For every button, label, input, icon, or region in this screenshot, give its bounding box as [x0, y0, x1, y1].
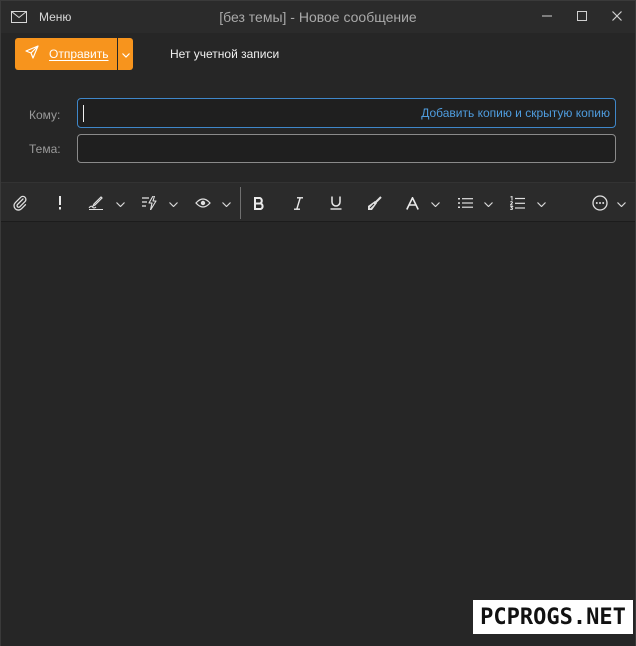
- chevron-down-icon: [483, 194, 493, 212]
- attach-button[interactable]: [9, 183, 31, 223]
- to-field[interactable]: Добавить копию и скрытую копию: [77, 98, 616, 128]
- quick-text-button[interactable]: [140, 183, 160, 223]
- importance-button[interactable]: [51, 183, 69, 223]
- quick-text-icon: [142, 196, 158, 210]
- subject-label: Тема:: [29, 142, 61, 156]
- chevron-down-icon: [221, 194, 231, 212]
- format-toolbar: [1, 182, 635, 222]
- watermark: PCPROGS.NET: [473, 600, 633, 634]
- numbered-list-icon: [509, 196, 525, 210]
- signature-icon: [88, 196, 104, 210]
- font-icon: [405, 196, 419, 210]
- maximize-icon: [577, 8, 587, 26]
- font-dropdown[interactable]: [429, 183, 441, 223]
- chevron-down-icon: [430, 194, 440, 212]
- attach-icon: [13, 195, 27, 211]
- minimize-icon: [542, 8, 552, 26]
- close-button[interactable]: [599, 1, 635, 33]
- maximize-button[interactable]: [564, 1, 600, 33]
- bold-icon: [253, 196, 265, 210]
- account-selector[interactable]: Нет учетной записи: [170, 47, 279, 61]
- watermark-text: PCPROGS.NET: [480, 604, 626, 630]
- view-button[interactable]: [193, 183, 213, 223]
- chevron-down-icon: [536, 194, 546, 212]
- send-icon: [25, 44, 39, 64]
- close-icon: [612, 8, 622, 26]
- message-body-editor[interactable]: [1, 222, 635, 646]
- more-button[interactable]: [590, 183, 610, 223]
- bullet-list-icon: [457, 197, 473, 209]
- quick-text-dropdown[interactable]: [167, 183, 179, 223]
- title-bar: Меню [без темы] - Новое сообщение: [1, 1, 635, 33]
- view-dropdown[interactable]: [220, 183, 232, 223]
- view-icon: [195, 198, 211, 208]
- chevron-down-icon: [616, 194, 626, 212]
- minimize-button[interactable]: [529, 1, 565, 33]
- underline-button[interactable]: [327, 183, 345, 223]
- bold-button[interactable]: [250, 183, 268, 223]
- bullet-list-dropdown[interactable]: [482, 183, 494, 223]
- toolbar-divider: [240, 187, 241, 219]
- bullet-list-button[interactable]: [456, 183, 474, 223]
- add-cc-bcc-link[interactable]: Добавить копию и скрытую копию: [421, 106, 610, 120]
- text-caret: [83, 105, 84, 122]
- italic-button[interactable]: [289, 183, 307, 223]
- compose-window: Меню [без темы] - Новое сообщение Отправ…: [0, 0, 636, 646]
- font-button[interactable]: [403, 183, 421, 223]
- signature-dropdown[interactable]: [114, 183, 126, 223]
- more-dropdown[interactable]: [615, 183, 627, 223]
- more-icon: [592, 195, 608, 211]
- chevron-down-icon: [115, 194, 125, 212]
- send-button[interactable]: Отправить: [15, 38, 117, 70]
- to-label: Кому:: [29, 108, 61, 122]
- chevron-down-icon: [121, 45, 130, 63]
- signature-button[interactable]: [86, 183, 106, 223]
- numbered-list-dropdown[interactable]: [535, 183, 547, 223]
- italic-icon: [293, 196, 303, 210]
- send-button-label: Отправить: [49, 47, 109, 61]
- format-painter-icon: [367, 195, 382, 211]
- send-options-button[interactable]: [118, 38, 133, 70]
- chevron-down-icon: [168, 194, 178, 212]
- numbered-list-button[interactable]: [508, 183, 526, 223]
- subject-field[interactable]: [77, 134, 616, 163]
- format-painter-button[interactable]: [364, 183, 384, 223]
- importance-icon: [58, 196, 62, 210]
- underline-icon: [330, 196, 342, 210]
